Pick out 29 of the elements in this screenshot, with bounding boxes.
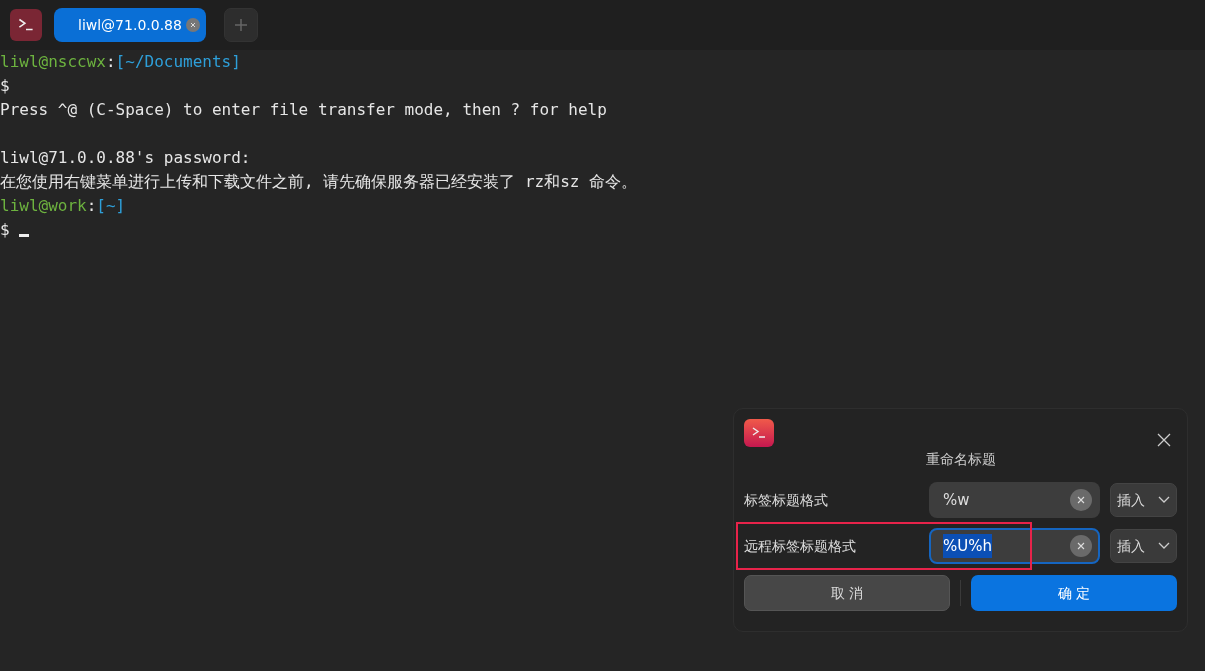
terminal-text: [~/Documents] (115, 52, 241, 71)
field-label: 远程标签标题格式 (744, 538, 856, 554)
chevron-down-icon (1158, 496, 1170, 504)
terminal-text: liwl@work (0, 196, 87, 215)
insert-dropdown[interactable]: 插入 (1110, 483, 1177, 517)
terminal-text: : (105, 52, 116, 71)
app-icon[interactable] (10, 9, 42, 41)
dialog-title: 重命名标题 (925, 450, 996, 469)
input-field[interactable]: %U%h (929, 528, 1101, 564)
terminal-text: [~] (96, 196, 126, 215)
terminal-text: 在您使用右键菜单进行上传和下载文件之前, 请先确保服务器已经安装了 rz和sz 命令。 (0, 172, 638, 191)
insert-dropdown[interactable]: 插入 (1110, 529, 1177, 563)
terminal-text: liwl@nsccwx (0, 52, 106, 71)
terminal-text: $ (0, 76, 10, 95)
field-label: 标签标题格式 (744, 492, 828, 508)
app-icon (744, 419, 774, 447)
terminal-text: $ (0, 220, 11, 239)
chevron-down-icon (1158, 542, 1170, 550)
cancel-button[interactable]: 取 消 (744, 575, 950, 611)
cursor (19, 234, 30, 237)
clear-icon[interactable] (1070, 535, 1093, 557)
tab[interactable]: liwl@71.0.0.88 (54, 8, 206, 42)
clear-icon[interactable] (1070, 489, 1093, 511)
terminal-text: : (86, 196, 97, 215)
confirm-button[interactable]: 确 定 (971, 575, 1177, 611)
terminal-text: Press ^@ (C-Space) to enter file transfer mode, then ? for help (0, 100, 607, 119)
terminal-text: liwl@71.0.0.88's password: (0, 148, 251, 167)
input-field[interactable]: %w (929, 482, 1101, 518)
plus-icon (232, 17, 249, 33)
